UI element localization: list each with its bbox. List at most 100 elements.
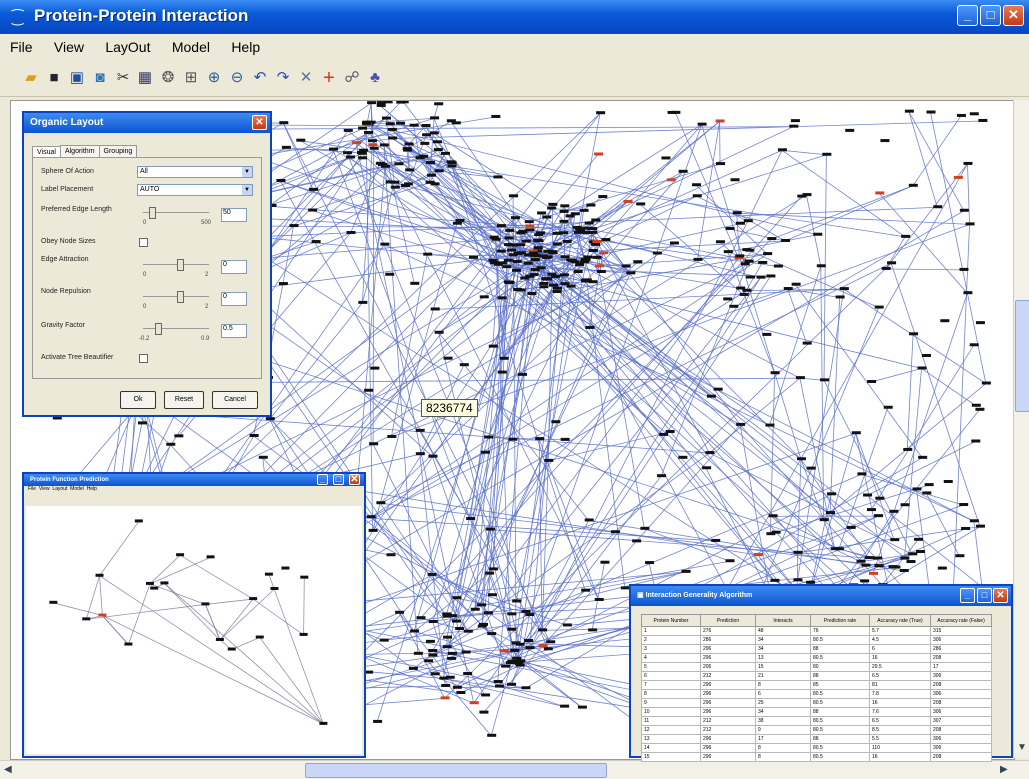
protein-node[interactable] (744, 219, 753, 222)
table-row[interactable]: 14296880.5110306 (642, 744, 992, 753)
protein-node[interactable] (446, 676, 455, 679)
protein-node[interactable] (588, 628, 597, 631)
protein-node[interactable] (529, 252, 538, 255)
protein-node[interactable] (201, 602, 209, 605)
protein-node[interactable] (463, 672, 472, 675)
horizontal-scroll-thumb[interactable] (305, 763, 607, 778)
protein-node[interactable] (547, 207, 556, 210)
protein-node[interactable] (736, 423, 745, 426)
protein-node[interactable] (599, 251, 608, 254)
protein-node[interactable] (488, 593, 497, 596)
protein-node[interactable] (480, 295, 489, 298)
protein-node[interactable] (429, 620, 438, 623)
protein-node[interactable] (542, 216, 551, 219)
protein-node[interactable] (367, 101, 376, 104)
protein-node[interactable] (509, 194, 518, 197)
protein-node[interactable] (512, 641, 521, 644)
protein-node[interactable] (369, 529, 378, 532)
refresh-icon[interactable]: ◙ (90, 68, 110, 88)
redo-icon[interactable]: ↷ (273, 68, 293, 88)
protein-node[interactable] (723, 297, 732, 300)
protein-node[interactable] (505, 229, 514, 232)
protein-node[interactable] (405, 142, 414, 145)
protein-node[interactable] (369, 442, 378, 445)
protein-node[interactable] (416, 429, 425, 432)
protein-node[interactable] (762, 333, 771, 336)
protein-node[interactable] (595, 264, 604, 267)
open-folder-icon[interactable]: ▰ (21, 68, 41, 88)
protein-node[interactable] (580, 209, 589, 212)
protein-node[interactable] (585, 518, 594, 521)
protein-node[interactable] (549, 251, 558, 254)
protein-node[interactable] (481, 451, 490, 454)
protein-node[interactable] (820, 378, 829, 381)
protein-node[interactable] (498, 296, 507, 299)
protein-node[interactable] (957, 114, 966, 117)
protein-node[interactable] (933, 205, 942, 208)
protein-node[interactable] (693, 194, 702, 197)
protein-node[interactable] (561, 255, 570, 258)
circle-layout-icon[interactable]: ❂ (158, 68, 178, 88)
protein-node[interactable] (745, 260, 754, 263)
zoom-in-icon[interactable]: ⊕ (204, 68, 224, 88)
protein-node[interactable] (698, 123, 707, 126)
protein-node[interactable] (544, 647, 553, 650)
protein-node[interactable] (918, 366, 927, 369)
protein-node[interactable] (380, 243, 389, 246)
protein-node[interactable] (585, 222, 594, 225)
protein-node[interactable] (865, 556, 874, 559)
subnet-canvas[interactable] (26, 506, 362, 754)
protein-node[interactable] (442, 612, 451, 615)
protein-node[interactable] (940, 319, 949, 322)
column-header[interactable]: Accuracy rate (True) (870, 615, 931, 627)
protein-node[interactable] (914, 538, 923, 541)
protein-node[interactable] (657, 474, 666, 477)
protein-node[interactable] (347, 231, 356, 234)
protein-node[interactable] (385, 273, 394, 276)
protein-node[interactable] (367, 515, 376, 518)
protein-node[interactable] (453, 222, 462, 225)
protein-node[interactable] (358, 152, 367, 155)
protein-node[interactable] (150, 587, 158, 590)
protein-node[interactable] (549, 284, 558, 287)
protein-node[interactable] (869, 572, 878, 575)
protein-node[interactable] (512, 657, 521, 660)
subnet-menu-layout[interactable]: Layout (52, 486, 67, 492)
protein-node[interactable] (959, 268, 968, 271)
protein-node[interactable] (666, 430, 675, 433)
protein-node[interactable] (518, 373, 527, 376)
protein-node[interactable] (716, 119, 725, 122)
protein-node[interactable] (822, 153, 831, 156)
protein-node[interactable] (561, 438, 570, 441)
protein-node[interactable] (270, 587, 278, 590)
protein-node[interactable] (746, 276, 755, 279)
protein-node[interactable] (484, 611, 493, 614)
protein-node[interactable] (319, 722, 327, 725)
protein-node[interactable] (300, 576, 308, 579)
protein-node[interactable] (827, 492, 836, 495)
protein-node[interactable] (668, 111, 677, 114)
crosshair-icon[interactable]: + (319, 68, 339, 88)
protein-node[interactable] (589, 249, 598, 252)
protein-node[interactable] (794, 551, 803, 554)
table-row[interactable]: 621221886.5306 (642, 672, 992, 681)
protein-node[interactable] (831, 547, 840, 550)
protein-node[interactable] (498, 371, 507, 374)
protein-node[interactable] (146, 582, 154, 585)
protein-node[interactable] (807, 467, 816, 470)
protein-node[interactable] (423, 253, 432, 256)
protein-node[interactable] (424, 659, 433, 662)
protein-node[interactable] (391, 186, 400, 189)
protein-node[interactable] (380, 143, 389, 146)
protein-node[interactable] (774, 265, 783, 268)
protein-node[interactable] (875, 191, 884, 194)
protein-node[interactable] (484, 436, 493, 439)
protein-node[interactable] (778, 148, 787, 151)
protein-node[interactable] (358, 301, 367, 304)
protein-node[interactable] (961, 527, 970, 530)
protein-node[interactable] (769, 514, 778, 517)
protein-node[interactable] (771, 371, 780, 374)
protein-node[interactable] (535, 437, 544, 440)
protein-node[interactable] (410, 124, 419, 127)
protein-node[interactable] (845, 129, 854, 132)
